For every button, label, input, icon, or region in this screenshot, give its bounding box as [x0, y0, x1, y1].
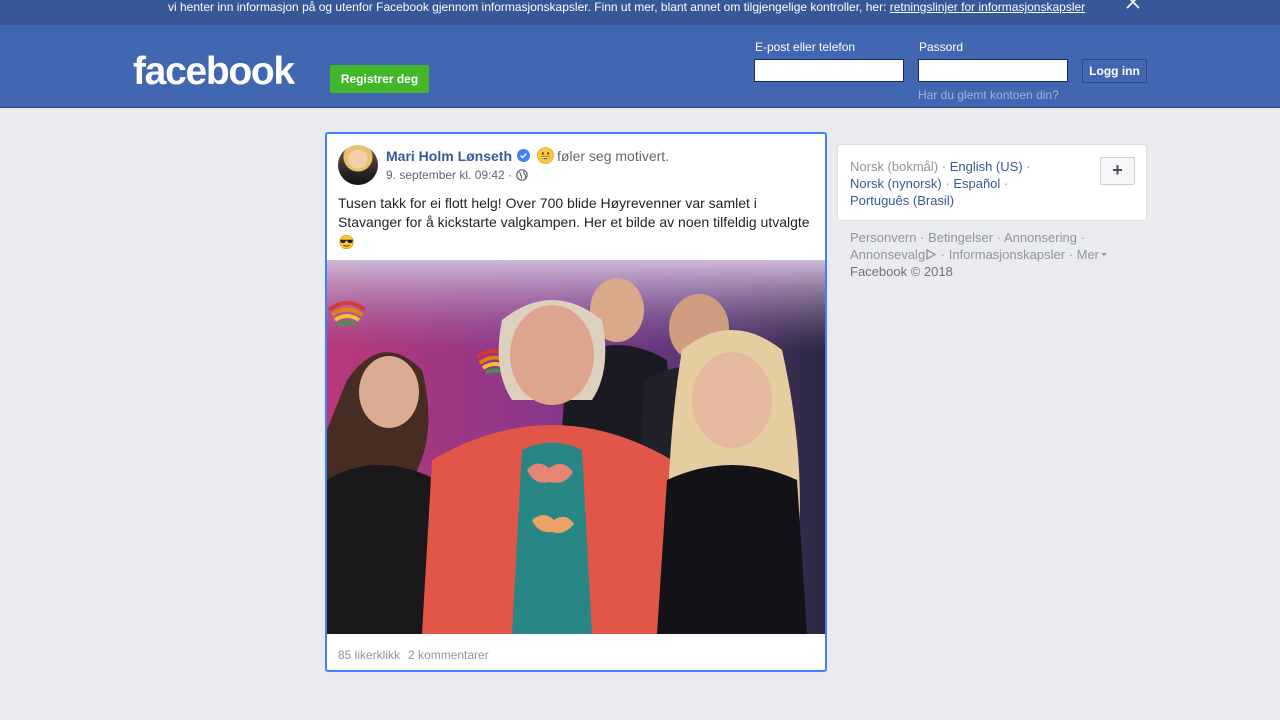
footer-link-cookies[interactable]: Informasjonskapsler	[949, 247, 1065, 262]
language-option[interactable]: English (US)	[950, 159, 1023, 174]
footer-link-advertising[interactable]: Annonsering	[1004, 230, 1077, 245]
post-stats: 85 likerklikk 2 kommentarer	[338, 648, 489, 662]
language-option[interactable]: Español	[953, 176, 1000, 191]
language-list: Norsk (bokmål) · English (US) · Norsk (n…	[850, 159, 1031, 208]
footer-link-more[interactable]: Mer	[1077, 247, 1099, 262]
login-button[interactable]: Logg inn	[1082, 59, 1147, 83]
comments-count[interactable]: 2 kommentarer	[408, 648, 489, 662]
forgot-account-link[interactable]: Har du glemt kontoen din?	[918, 88, 1059, 102]
language-option[interactable]: Norsk (nynorsk)	[850, 176, 942, 191]
post-header: Mari Holm Lønseth føler seg motivert.	[386, 147, 669, 164]
copyright: Facebook © 2018	[850, 264, 953, 279]
language-current: Norsk (bokmål)	[850, 159, 939, 174]
post-text: Tusen takk for ei flott helg! Over 700 b…	[338, 194, 818, 252]
close-icon[interactable]	[1125, 0, 1141, 10]
author-name[interactable]: Mari Holm Lønseth	[386, 148, 512, 164]
sunglasses-emoji-icon	[338, 234, 355, 249]
footer-links: Personvern · Betingelser · Annonsering ·…	[850, 229, 1130, 280]
globe-icon[interactable]	[516, 169, 528, 181]
password-label: Passord	[919, 40, 964, 54]
feeling-text: føler seg motivert.	[557, 147, 670, 164]
cookie-policy-link[interactable]: retningslinjer for informasjonskapsler	[890, 0, 1085, 14]
post-meta: 9. september kl. 09:42 ·	[386, 168, 528, 182]
email-label: E-post eller telefon	[755, 40, 856, 54]
top-header: facebook Registrer deg E-post eller tele…	[0, 25, 1280, 108]
post-timestamp[interactable]: 9. september kl. 09:42 ·	[386, 168, 512, 182]
cookie-banner-message: vi henter inn informasjon på og utenfor …	[168, 0, 890, 14]
facebook-logo[interactable]: facebook	[133, 52, 295, 92]
adchoices-icon	[925, 247, 937, 261]
verified-badge-icon	[517, 149, 531, 162]
footer-link-adchoices[interactable]: Annonsevalg	[850, 247, 925, 262]
password-field[interactable]	[918, 59, 1068, 82]
chevron-down-icon	[1101, 253, 1108, 256]
language-selector: Norsk (bokmål) · English (US) · Norsk (n…	[837, 144, 1147, 221]
language-option[interactable]: Português (Brasil)	[850, 193, 954, 208]
post-card: Mari Holm Lønseth føler seg motivert. 9.…	[325, 132, 827, 672]
cookie-banner-text: vi henter inn informasjon på og utenfor …	[168, 0, 1085, 14]
avatar[interactable]	[338, 145, 378, 185]
cookie-banner: vi henter inn informasjon på og utenfor …	[0, 0, 1280, 25]
email-field[interactable]	[754, 59, 904, 82]
footer-link-privacy[interactable]: Personvern	[850, 230, 916, 245]
register-button[interactable]: Registrer deg	[330, 65, 429, 93]
more-languages-button[interactable]: +	[1100, 157, 1135, 185]
footer-link-terms[interactable]: Betingelser	[928, 230, 993, 245]
post-text-body: Tusen takk for ei flott helg! Over 700 b…	[338, 195, 810, 231]
grinning-face-emoji-icon	[537, 147, 554, 164]
post-photo[interactable]	[327, 260, 825, 634]
likes-count[interactable]: 85 likerklikk	[338, 648, 400, 662]
